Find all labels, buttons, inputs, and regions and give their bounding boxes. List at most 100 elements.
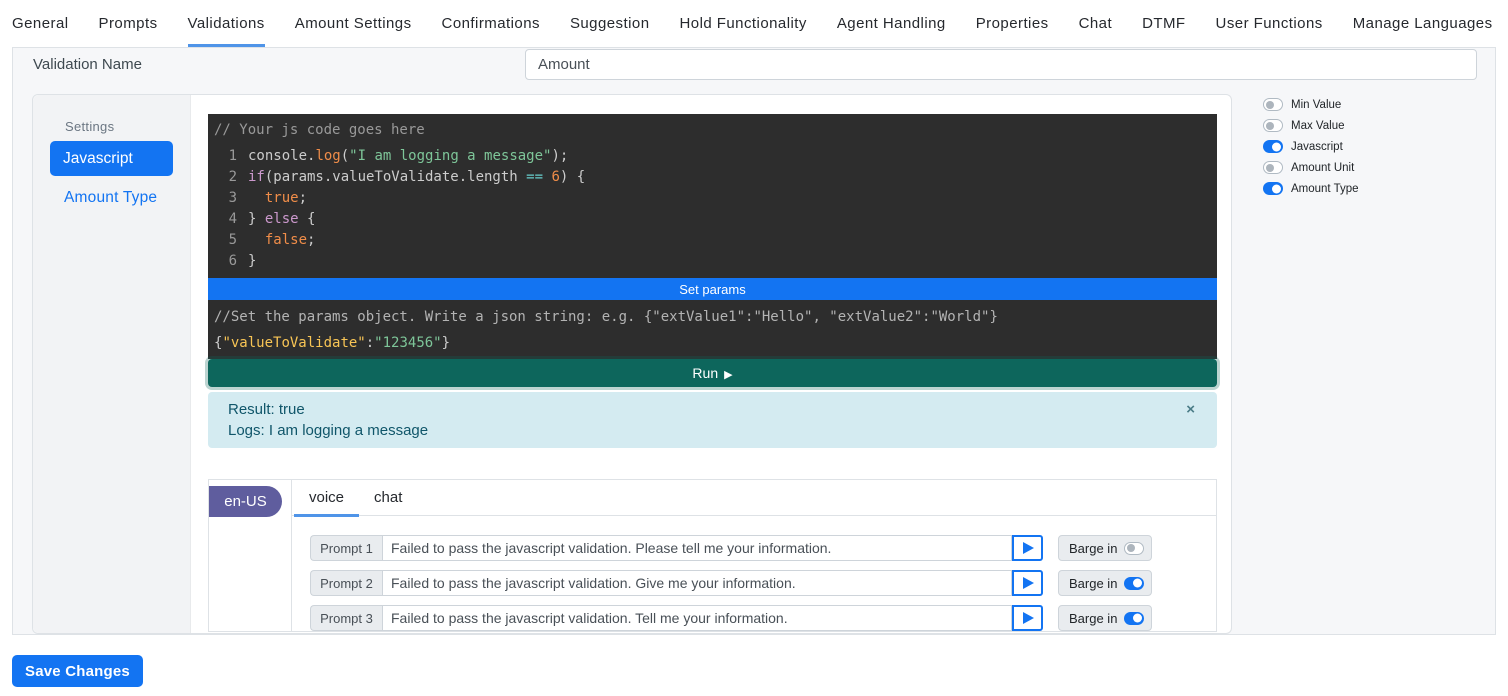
play-prompt-button[interactable] — [1012, 535, 1043, 561]
settings-sidebar: Settings Javascript Amount Type — [33, 95, 191, 633]
editor-comment: // Your js code goes here — [214, 120, 1211, 141]
code-line-1: 1console.log("I am logging a message"); — [214, 146, 1211, 167]
result-line: Result: true — [228, 399, 1197, 420]
language-badge[interactable]: en-US — [209, 486, 282, 517]
line-number: 6 — [214, 251, 237, 272]
logs-line: Logs: I am logging a message — [228, 420, 1197, 441]
prompt-list: Prompt 1Barge inPrompt 2Barge inPrompt 3… — [292, 516, 1216, 631]
run-button[interactable]: Run▶ — [208, 359, 1217, 387]
toggle-javascript[interactable] — [1263, 140, 1283, 153]
result-alert: Result: true Logs: I am logging a messag… — [208, 392, 1217, 448]
play-icon — [1023, 577, 1034, 589]
play-icon — [1023, 542, 1034, 554]
toggle-label: Amount Unit — [1291, 162, 1354, 174]
barge-in-box: Barge in — [1058, 605, 1152, 631]
sidebar-item-javascript[interactable]: Javascript — [50, 141, 173, 176]
play-prompt-button[interactable] — [1012, 570, 1043, 596]
tab-suggestion[interactable]: Suggestion — [570, 0, 650, 47]
tab-properties[interactable]: Properties — [976, 0, 1049, 47]
tab-dtmf[interactable]: DTMF — [1142, 0, 1185, 47]
params-editor[interactable]: //Set the params object. Write a json st… — [208, 300, 1217, 359]
code-line-4: 4} else { — [214, 209, 1211, 230]
tab-validations[interactable]: Validations — [188, 0, 265, 47]
barge-in-label: Barge in — [1069, 541, 1124, 556]
toggle-amount-type[interactable] — [1263, 182, 1283, 195]
play-icon — [1023, 612, 1034, 624]
top-tab-bar: General Prompts Validations Amount Settings… — [12, 0, 1496, 48]
toggle-row-max-value: Max Value — [1233, 115, 1493, 136]
code-line-2: 2if(params.valueToValidate.length == 6) … — [214, 167, 1211, 188]
settings-title: Settings — [65, 119, 114, 134]
validation-name-input[interactable] — [525, 49, 1477, 80]
tab-chat[interactable]: Chat — [1079, 0, 1113, 47]
validation-toggles: Min Value Max Value Javascript Amount Unit A… — [1233, 94, 1493, 199]
prompt-row-3: Prompt 3 Barge in — [310, 605, 1216, 631]
prompt-text-input[interactable] — [382, 570, 1012, 596]
toggle-label: Max Value — [1291, 120, 1344, 132]
sidebar-item-amount-type[interactable]: Amount Type — [64, 189, 157, 207]
barge-in-box: Barge in — [1058, 535, 1152, 561]
tab-agent-handling[interactable]: Agent Handling — [837, 0, 946, 47]
validation-name-label: Validation Name — [33, 48, 142, 81]
prompt-label: Prompt 1 — [310, 535, 382, 561]
close-icon[interactable]: × — [1186, 399, 1195, 420]
toggle-knob — [1272, 184, 1281, 193]
params-json-value: {"valueToValidate":"123456"} — [214, 330, 1211, 356]
barge-in-label: Barge in — [1069, 576, 1124, 591]
prompt-label: Prompt 2 — [310, 570, 382, 596]
main-panel: Settings Javascript Amount Type // Your … — [32, 94, 1232, 634]
line-number: 4 — [214, 209, 237, 230]
tab-confirmations[interactable]: Confirmations — [442, 0, 540, 47]
toggle-amount-unit[interactable] — [1263, 161, 1283, 174]
toggle-row-amount-type: Amount Type — [1233, 178, 1493, 199]
validation-card: Validation Name Settings Javascript Amou… — [12, 48, 1496, 635]
tab-user-functions[interactable]: User Functions — [1216, 0, 1323, 47]
toggle-label: Min Value — [1291, 99, 1341, 111]
toggle-knob — [1133, 614, 1142, 623]
toggle-row-amount-unit: Amount Unit — [1233, 157, 1493, 178]
prompt-label: Prompt 3 — [310, 605, 382, 631]
barge-in-label: Barge in — [1069, 611, 1124, 626]
tab-hold-functionality[interactable]: Hold Functionality — [680, 0, 807, 47]
toggle-knob — [1133, 579, 1142, 588]
save-changes-button[interactable]: Save Changes — [12, 655, 143, 687]
toggle-knob — [1127, 544, 1135, 552]
tab-voice[interactable]: voice — [294, 480, 359, 517]
toggle-knob — [1266, 122, 1274, 130]
tab-manage-languages[interactable]: Manage Languages — [1353, 0, 1493, 47]
toggle-max-value[interactable] — [1263, 119, 1283, 132]
barge-in-box: Barge in — [1058, 570, 1152, 596]
toggle-knob — [1266, 164, 1274, 172]
toggle-label: Javascript — [1291, 141, 1343, 153]
play-icon: ▶ — [724, 368, 732, 381]
toggle-row-min-value: Min Value — [1233, 94, 1493, 115]
toggle-knob — [1272, 142, 1281, 151]
toggle-min-value[interactable] — [1263, 98, 1283, 111]
prompt-text-input[interactable] — [382, 605, 1012, 631]
line-number: 2 — [214, 167, 237, 188]
code-line-5: 5 false; — [214, 230, 1211, 251]
barge-in-toggle[interactable] — [1124, 542, 1144, 555]
code-area: // Your js code goes here 1console.log("I… — [208, 114, 1217, 632]
toggle-row-javascript: Javascript — [1233, 136, 1493, 157]
play-prompt-button[interactable] — [1012, 605, 1043, 631]
tab-chat[interactable]: chat — [359, 480, 417, 517]
prompt-text-input[interactable] — [382, 535, 1012, 561]
prompt-row-2: Prompt 2 Barge in — [310, 570, 1216, 596]
code-line-6: 6} — [214, 251, 1211, 272]
line-number: 3 — [214, 188, 237, 209]
barge-in-toggle[interactable] — [1124, 612, 1144, 625]
tab-general[interactable]: General — [12, 0, 69, 47]
params-comment: //Set the params object. Write a json st… — [214, 304, 1211, 330]
barge-in-toggle[interactable] — [1124, 577, 1144, 590]
language-column: en-US — [209, 480, 292, 631]
code-line-3: 3 true; — [214, 188, 1211, 209]
tab-prompts[interactable]: Prompts — [99, 0, 158, 47]
line-number: 5 — [214, 230, 237, 251]
toggle-knob — [1266, 101, 1274, 109]
language-prompts-section: en-US voicechat Prompt 1Barge inPrompt 2… — [208, 479, 1217, 632]
js-code-editor[interactable]: // Your js code goes here 1console.log("I… — [208, 114, 1217, 278]
tab-amount-settings[interactable]: Amount Settings — [295, 0, 412, 47]
voice-chat-tabs: voicechat — [292, 480, 1216, 516]
set-params-button[interactable]: Set params — [208, 278, 1217, 300]
